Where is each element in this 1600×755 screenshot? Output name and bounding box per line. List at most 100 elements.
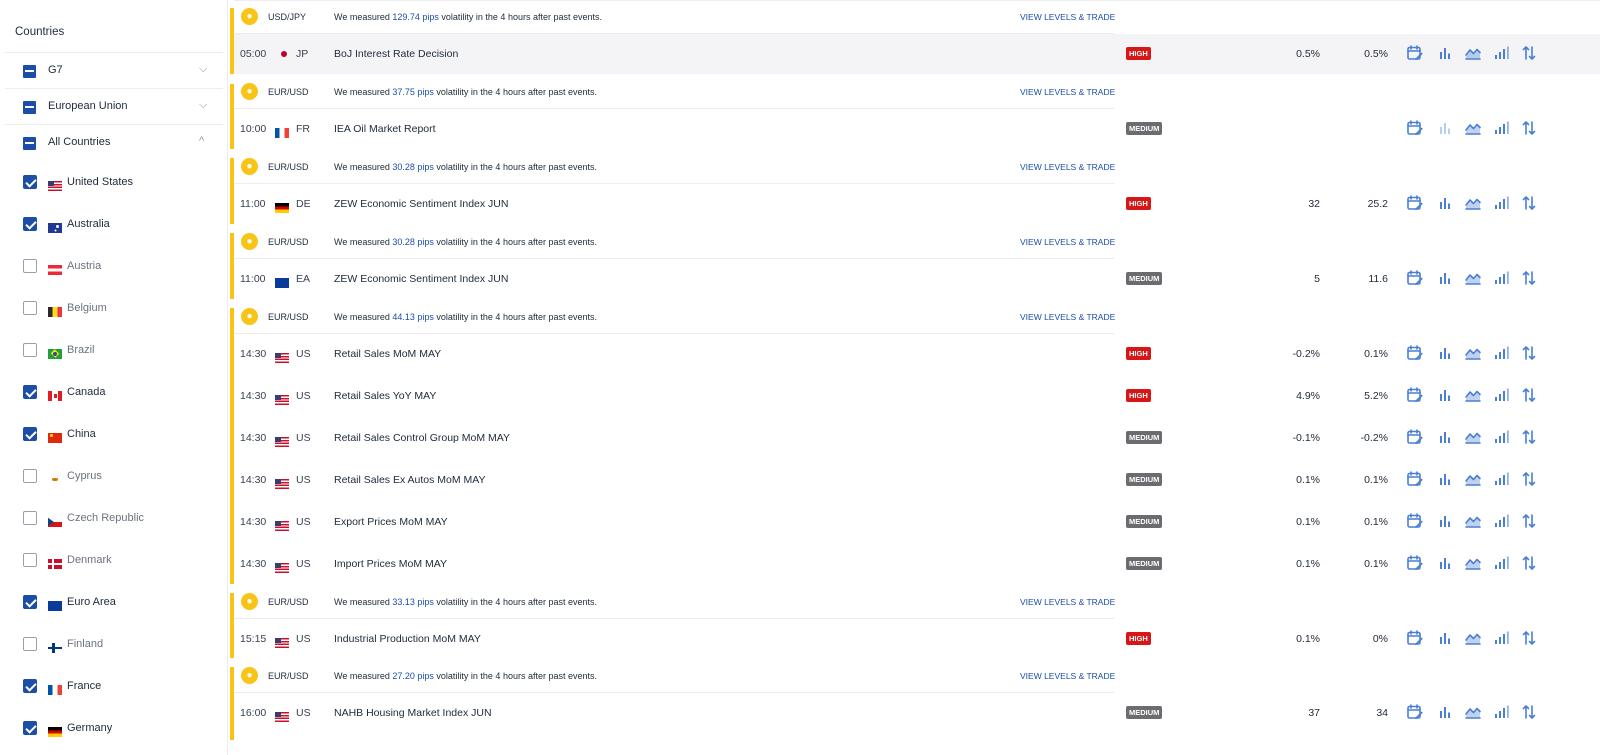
trend-chart-icon[interactable] xyxy=(1464,119,1482,137)
event-name[interactable]: Export Prices MoM MAY xyxy=(334,516,448,528)
event-row[interactable]: 14:30 US Import Prices MoM MAY MEDIUM 0.1% 0.… xyxy=(234,544,1600,584)
country-option[interactable]: Brazil xyxy=(0,332,228,368)
country-checkbox[interactable] xyxy=(23,469,37,483)
country-option[interactable]: Cyprus xyxy=(0,458,228,494)
trend-chart-icon[interactable] xyxy=(1464,428,1482,446)
view-levels-trade-link[interactable]: VIEW LEVELS & TRADE xyxy=(1020,12,1115,22)
event-name[interactable]: Retail Sales YoY MAY xyxy=(334,390,436,402)
signal-bars-icon[interactable] xyxy=(1492,194,1510,212)
bar-chart-icon[interactable] xyxy=(1436,119,1454,137)
bar-chart-icon[interactable] xyxy=(1436,629,1454,647)
sort-arrows-icon[interactable] xyxy=(1520,703,1538,721)
country-option[interactable]: Germany xyxy=(0,710,228,746)
calendar-edit-icon[interactable] xyxy=(1406,194,1424,212)
country-checkbox[interactable] xyxy=(23,679,37,693)
event-row[interactable]: 14:30 US Retail Sales Control Group MoM MA… xyxy=(234,418,1600,458)
trend-chart-icon[interactable] xyxy=(1464,470,1482,488)
calendar-edit-icon[interactable] xyxy=(1406,269,1424,287)
event-name[interactable]: Import Prices MoM MAY xyxy=(334,558,447,570)
event-row[interactable]: 16:00 US NAHB Housing Market Index JUN MEDI… xyxy=(234,693,1600,733)
signal-bars-icon[interactable] xyxy=(1492,344,1510,362)
chevron-up-icon[interactable]: ^ xyxy=(199,135,204,147)
country-checkbox[interactable] xyxy=(23,637,37,651)
country-option[interactable]: Czech Republic xyxy=(0,500,228,536)
sort-arrows-icon[interactable] xyxy=(1520,428,1538,446)
signal-bars-icon[interactable] xyxy=(1492,629,1510,647)
calendar-edit-icon[interactable] xyxy=(1406,44,1424,62)
trend-chart-icon[interactable] xyxy=(1464,629,1482,647)
country-checkbox[interactable] xyxy=(23,511,37,525)
sort-arrows-icon[interactable] xyxy=(1520,470,1538,488)
bar-chart-icon[interactable] xyxy=(1436,554,1454,572)
sort-arrows-icon[interactable] xyxy=(1520,44,1538,62)
signal-bars-icon[interactable] xyxy=(1492,470,1510,488)
sort-arrows-icon[interactable] xyxy=(1520,386,1538,404)
event-name[interactable]: IEA Oil Market Report xyxy=(334,123,436,135)
signal-bars-icon[interactable] xyxy=(1492,554,1510,572)
sort-arrows-icon[interactable] xyxy=(1520,554,1538,572)
view-levels-trade-link[interactable]: VIEW LEVELS & TRADE xyxy=(1020,312,1115,322)
view-levels-trade-link[interactable]: VIEW LEVELS & TRADE xyxy=(1020,237,1115,247)
sort-arrows-icon[interactable] xyxy=(1520,269,1538,287)
country-option[interactable]: Australia xyxy=(0,206,228,242)
trend-chart-icon[interactable] xyxy=(1464,703,1482,721)
chevron-down-icon[interactable]: ⌵ xyxy=(199,63,207,76)
view-levels-trade-link[interactable]: VIEW LEVELS & TRADE xyxy=(1020,671,1115,681)
country-option[interactable]: France xyxy=(0,668,228,704)
sort-arrows-icon[interactable] xyxy=(1520,119,1538,137)
sort-arrows-icon[interactable] xyxy=(1520,512,1538,530)
event-row[interactable]: 11:00 EA ZEW Economic Sentiment Index JUN M… xyxy=(234,259,1600,299)
bar-chart-icon[interactable] xyxy=(1436,194,1454,212)
trend-chart-icon[interactable] xyxy=(1464,386,1482,404)
bar-chart-icon[interactable] xyxy=(1436,470,1454,488)
calendar-edit-icon[interactable] xyxy=(1406,344,1424,362)
group-all-countries[interactable]: All Countries ^ xyxy=(0,126,228,160)
calendar-edit-icon[interactable] xyxy=(1406,386,1424,404)
event-row[interactable]: 15:15 US Industrial Production MoM MAY HIGH… xyxy=(234,619,1600,659)
country-checkbox[interactable] xyxy=(23,595,37,609)
event-name[interactable]: BoJ Interest Rate Decision xyxy=(334,48,458,60)
event-name[interactable]: ZEW Economic Sentiment Index JUN xyxy=(334,198,508,210)
signal-bars-icon[interactable] xyxy=(1492,44,1510,62)
group-european-union[interactable]: European Union ⌵ xyxy=(0,90,228,124)
sort-arrows-icon[interactable] xyxy=(1520,194,1538,212)
calendar-edit-icon[interactable] xyxy=(1406,629,1424,647)
trend-chart-icon[interactable] xyxy=(1464,269,1482,287)
calendar-edit-icon[interactable] xyxy=(1406,428,1424,446)
event-name[interactable]: ZEW Economic Sentiment Index JUN xyxy=(334,273,508,285)
signal-bars-icon[interactable] xyxy=(1492,119,1510,137)
country-option[interactable]: Finland xyxy=(0,626,228,662)
calendar-edit-icon[interactable] xyxy=(1406,470,1424,488)
event-name[interactable]: Retail Sales Ex Autos MoM MAY xyxy=(334,474,486,486)
country-checkbox[interactable] xyxy=(23,721,37,735)
sort-arrows-icon[interactable] xyxy=(1520,344,1538,362)
country-option[interactable]: Denmark xyxy=(0,542,228,578)
event-row[interactable]: 14:30 US Retail Sales MoM MAY HIGH -0.2% 0.1% xyxy=(234,334,1600,374)
country-option[interactable]: Austria xyxy=(0,248,228,284)
group-g7[interactable]: G7 ⌵ xyxy=(0,54,228,88)
bar-chart-icon[interactable] xyxy=(1436,428,1454,446)
country-checkbox[interactable] xyxy=(23,301,37,315)
country-checkbox[interactable] xyxy=(23,553,37,567)
trend-chart-icon[interactable] xyxy=(1464,344,1482,362)
view-levels-trade-link[interactable]: VIEW LEVELS & TRADE xyxy=(1020,162,1115,172)
country-checkbox[interactable] xyxy=(23,427,37,441)
signal-bars-icon[interactable] xyxy=(1492,386,1510,404)
trend-chart-icon[interactable] xyxy=(1464,194,1482,212)
signal-bars-icon[interactable] xyxy=(1492,269,1510,287)
calendar-edit-icon[interactable] xyxy=(1406,554,1424,572)
calendar-edit-icon[interactable] xyxy=(1406,703,1424,721)
event-name[interactable]: Industrial Production MoM MAY xyxy=(334,633,481,645)
country-option[interactable]: China xyxy=(0,416,228,452)
country-option[interactable]: Canada xyxy=(0,374,228,410)
event-row[interactable]: 14:30 US Retail Sales YoY MAY HIGH 4.9% 5.2% xyxy=(234,376,1600,416)
event-name[interactable]: Retail Sales Control Group MoM MAY xyxy=(334,432,510,444)
signal-bars-icon[interactable] xyxy=(1492,428,1510,446)
view-levels-trade-link[interactable]: VIEW LEVELS & TRADE xyxy=(1020,597,1115,607)
view-levels-trade-link[interactable]: VIEW LEVELS & TRADE xyxy=(1020,87,1115,97)
calendar-edit-icon[interactable] xyxy=(1406,119,1424,137)
country-checkbox[interactable] xyxy=(23,343,37,357)
bar-chart-icon[interactable] xyxy=(1436,44,1454,62)
event-row[interactable]: 14:30 US Export Prices MoM MAY MEDIUM 0.1% 0.… xyxy=(234,502,1600,542)
trend-chart-icon[interactable] xyxy=(1464,554,1482,572)
